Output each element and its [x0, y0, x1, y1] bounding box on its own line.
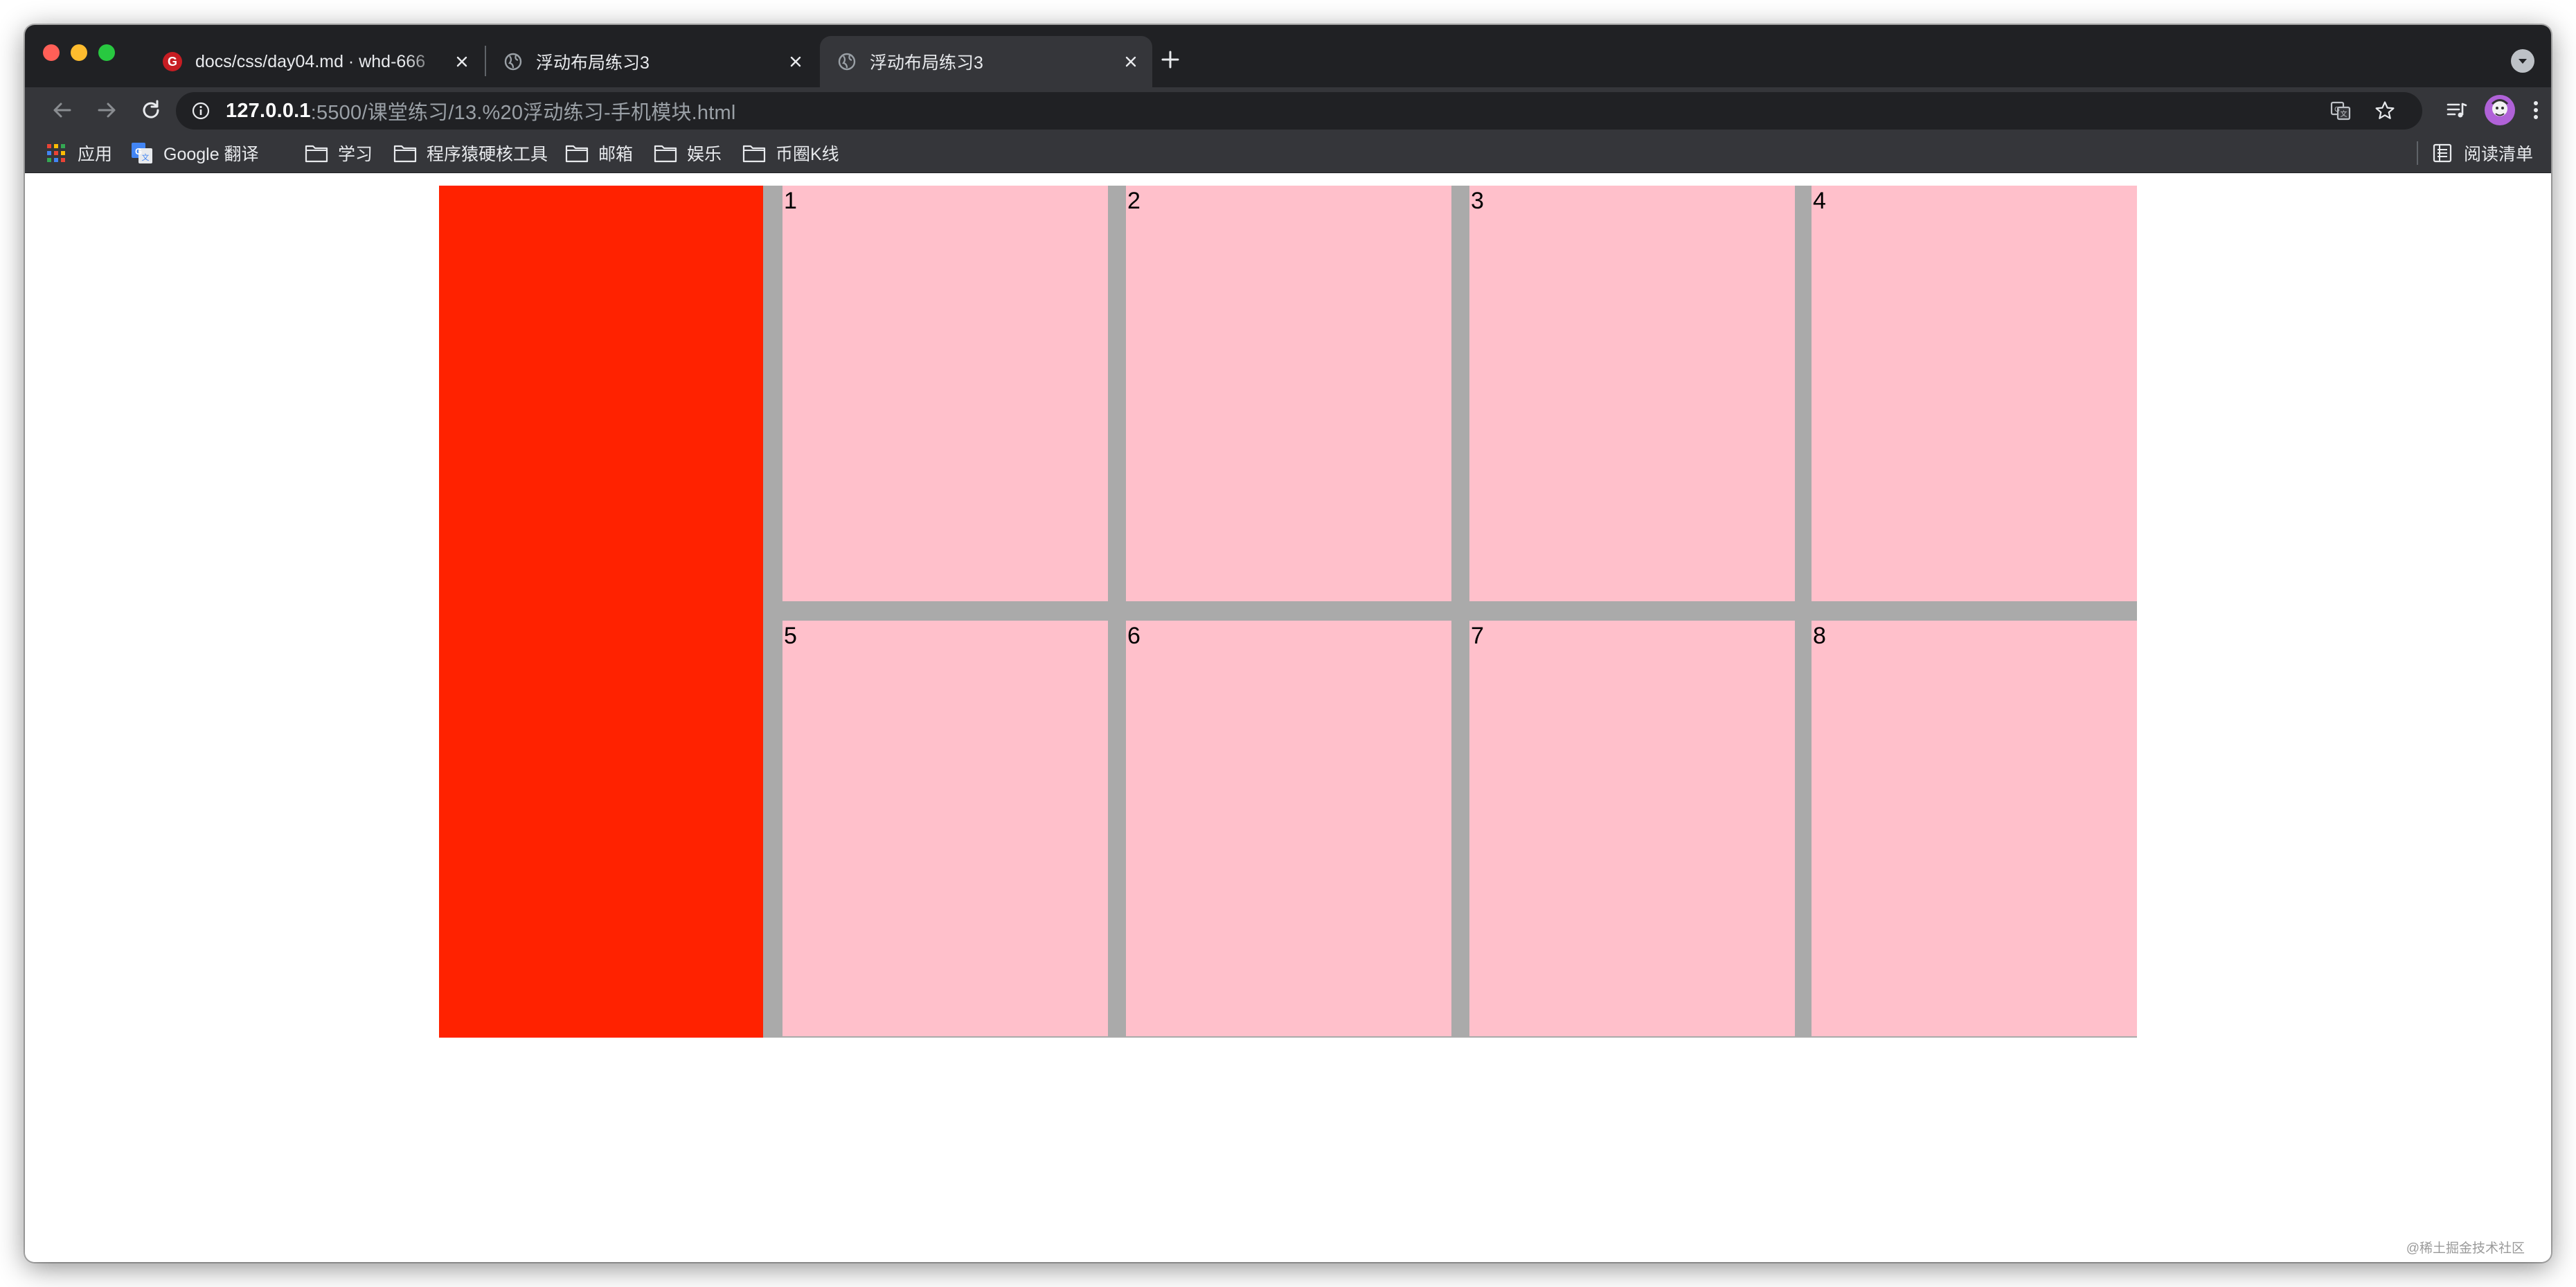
new-tab-plus-icon[interactable] — [1155, 44, 1186, 75]
svg-text:G: G — [168, 55, 177, 69]
grid-cell-4: 4 — [1812, 186, 2137, 601]
tab-search-chevron-icon[interactable] — [2511, 49, 2534, 73]
bookmarks-bar: 应用 G文 Google 翻译 学习 程序猿硬核工具 邮箱 娱乐 币圈K线 阅读… — [25, 133, 2551, 173]
svg-text:文: 文 — [142, 152, 150, 162]
bookmark-label: 币圈K线 — [776, 145, 839, 164]
window-minimize-button[interactable] — [71, 44, 87, 61]
page-content: 1 2 3 4 5 6 7 8 @稀土掘金技术社区 — [25, 174, 2551, 1262]
browser-window: G docs/css/day04.md · whd-666 浮动布局练习3 浮动… — [25, 25, 2551, 1262]
svg-text:G: G — [2334, 106, 2340, 114]
folder-icon — [393, 141, 417, 165]
tab-close-icon[interactable] — [1119, 50, 1143, 73]
bookmark-label: 邮箱 — [598, 145, 634, 164]
address-bar[interactable]: 127.0.0.1:5500/课堂练习/13.%20浮动练习-手机模块.html… — [176, 92, 2422, 130]
bookmark-label: 娱乐 — [687, 145, 722, 164]
product-grid: 1 2 3 4 5 6 7 8 — [763, 186, 2137, 1038]
float-layout-demo: 1 2 3 4 5 6 7 8 — [439, 186, 2137, 1038]
bookmark-folder-entertainment[interactable]: 娱乐 — [654, 133, 722, 173]
bookmark-apps[interactable]: 应用 — [44, 133, 112, 173]
grid-cell-6: 6 — [1126, 621, 1451, 1036]
tab-title: 浮动布局练习3 — [536, 53, 650, 73]
grid-cell-3: 3 — [1469, 186, 1795, 601]
folder-icon — [565, 141, 589, 165]
reading-list-icon — [2431, 141, 2454, 165]
tab-float-layout-1[interactable]: 浮动布局练习3 — [486, 36, 817, 87]
menu-kebab-icon[interactable] — [2519, 94, 2551, 127]
bookmark-label: 学习 — [338, 145, 373, 164]
bookmark-google-translate[interactable]: G文 Google 翻译 — [130, 133, 259, 173]
bookmark-folder-tools[interactable]: 程序猿硬核工具 — [393, 133, 548, 173]
grid-cell-2: 2 — [1126, 186, 1451, 601]
tab-docs[interactable]: G docs/css/day04.md · whd-666 — [145, 36, 483, 87]
bookmark-folder-crypto[interactable]: 币圈K线 — [742, 133, 839, 173]
svg-text:文: 文 — [2341, 109, 2347, 118]
back-arrow-icon[interactable] — [46, 94, 79, 127]
watermark: @稀土掘金技术社区 — [2406, 1241, 2525, 1256]
tab-title: 浮动布局练习3 — [870, 53, 983, 73]
bookmark-folder-study[interactable]: 学习 — [305, 133, 373, 173]
site-info-icon[interactable] — [191, 101, 211, 121]
google-translate-icon: G文 — [130, 141, 154, 165]
window-maximize-button[interactable] — [98, 44, 115, 61]
window-close-button[interactable] — [43, 44, 60, 61]
apps-grid-icon — [44, 141, 68, 165]
url-path: :5500/课堂练习/13.%20浮动练习-手机模块.html — [310, 102, 736, 124]
profile-avatar[interactable] — [2483, 94, 2516, 127]
tab-strip: G docs/css/day04.md · whd-666 浮动布局练习3 浮动… — [25, 25, 2551, 87]
folder-icon — [654, 141, 677, 165]
bookmark-label: 应用 — [78, 145, 113, 164]
tab-close-icon[interactable] — [450, 50, 474, 73]
bookmark-folder-mail[interactable]: 邮箱 — [565, 133, 633, 173]
grid-cell-8: 8 — [1812, 621, 2137, 1036]
bookmarks-divider — [2417, 141, 2418, 165]
grid-cell-7: 7 — [1469, 621, 1795, 1036]
tab-float-layout-2[interactable]: 浮动布局练习3 — [820, 36, 1152, 87]
grid-cell-1: 1 — [782, 186, 1108, 601]
bookmark-label: Google 翻译 — [163, 145, 259, 164]
bookmark-star-icon[interactable] — [2372, 98, 2397, 123]
bookmark-label: 程序猿硬核工具 — [427, 145, 548, 164]
grid-cell-5: 5 — [782, 621, 1108, 1036]
tab-title: docs/css/day04.md · whd-666 — [195, 51, 426, 71]
globe-icon — [503, 51, 524, 72]
globe-icon — [837, 51, 857, 72]
tab-close-icon[interactable] — [784, 50, 807, 73]
media-queue-icon[interactable] — [2440, 94, 2474, 127]
folder-icon — [305, 141, 328, 165]
browser-toolbar: 127.0.0.1:5500/课堂练习/13.%20浮动练习-手机模块.html… — [25, 87, 2551, 133]
url-host: 127.0.0.1 — [226, 99, 311, 122]
left-red-block — [439, 186, 763, 1038]
gitee-logo-icon: G — [162, 51, 183, 72]
translate-icon[interactable]: G文 — [2328, 98, 2353, 123]
reading-list-label: 阅读清单 — [2464, 145, 2534, 164]
folder-icon — [742, 141, 766, 165]
forward-arrow-icon[interactable] — [90, 94, 123, 127]
reading-list-button[interactable]: 阅读清单 — [2431, 133, 2533, 173]
reload-icon[interactable] — [134, 94, 168, 127]
